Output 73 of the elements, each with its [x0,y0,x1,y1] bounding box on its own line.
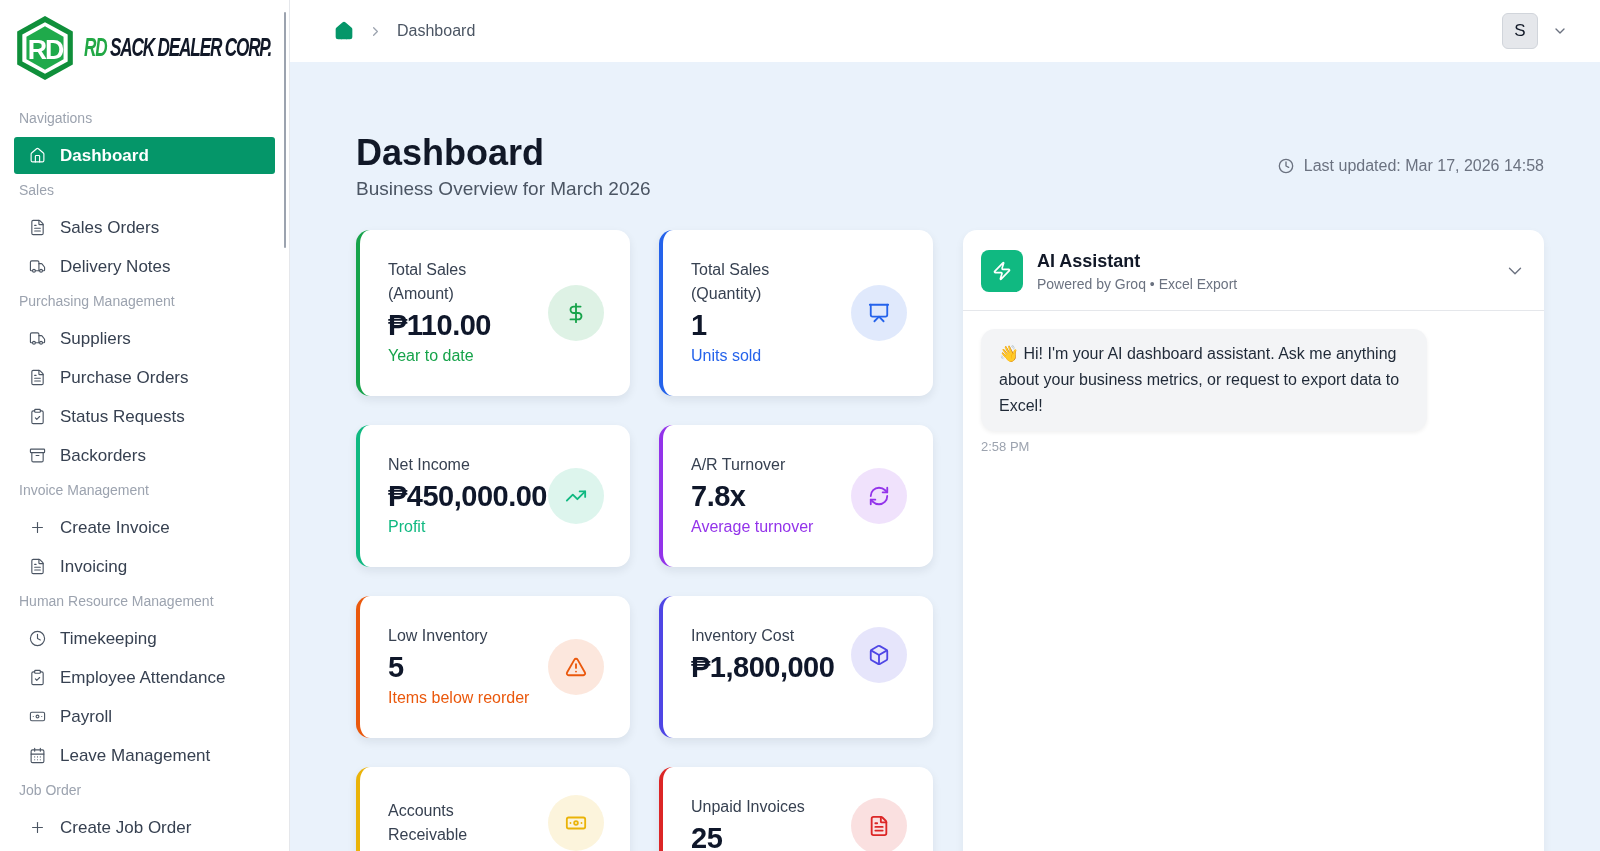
chart-board-icon [868,302,890,324]
document-icon [29,369,46,386]
card-note: Items below reorder [388,688,531,708]
card-value: ₱110.00 [388,308,492,343]
nav-item[interactable]: Suppliers [14,320,275,357]
archive-icon [29,447,46,464]
breadcrumb-link[interactable]: Dashboard [397,22,476,40]
nav-item[interactable]: Timekeeping [14,620,275,657]
panel-title: AI Assistant [1037,250,1142,272]
page-title: Dashboard [356,132,546,174]
home-icon[interactable] [334,21,354,41]
card-note: Average turnover [691,517,815,537]
warning-icon [565,656,587,678]
truck-icon [29,330,46,347]
card-title: Net Income [388,455,471,475]
box-icon [868,644,890,666]
user-avatar[interactable]: S [1502,13,1538,49]
card-value: 5 [388,650,405,685]
card-title: Unpaid Invoices [691,797,806,817]
section-label: Job Order [18,782,83,798]
plus-icon [29,519,46,536]
card-note: Year to date [388,346,475,366]
document-icon [29,558,46,575]
card-title: Total Sales (Quantity) [691,260,771,304]
clock-icon [29,630,46,647]
nav-item[interactable]: Create Job Order [14,809,275,846]
panel-subtitle: Powered by Groq • Excel Export [1037,275,1238,292]
clipboard-icon [29,669,46,686]
section-label: Sales [18,182,56,198]
document-icon [29,219,46,236]
document-icon [868,815,890,837]
card-value: ₱450,000.00 [388,479,544,514]
section-label: Purchasing Management [18,293,176,309]
nav-item[interactable]: Leave Management [14,737,275,774]
nav-item[interactable]: Create Invoice [14,509,275,546]
card-value: 7.8x [691,479,747,514]
refresh-icon [868,485,890,507]
nav-item[interactable]: Backorders [14,437,275,474]
section-label: Human Resource Management [18,593,215,609]
card-value: 1 [691,308,708,343]
card-value: ₱1,800,000 [691,650,836,685]
clipboard-icon [29,408,46,425]
nav-item[interactable]: Status Requests [14,398,275,435]
nav-item[interactable]: Employee Attendance [14,659,275,696]
nav-item[interactable]: Delivery Notes [14,248,275,285]
logo-mark: RD [14,14,76,82]
bolt-icon [981,250,1023,292]
message-time: 2:58 PM [981,439,1031,454]
nav-item[interactable]: Sales Orders [14,209,275,246]
section-label: Navigations [18,110,94,126]
scrollbar[interactable] [284,12,286,248]
card-title: Total Sales (Amount) [388,260,468,304]
nav-item[interactable]: Payroll [14,698,275,735]
plus-icon [29,819,46,836]
card-title: Accounts Receivable [388,801,469,845]
card-value: 25 [691,821,724,851]
truck-icon [29,258,46,275]
card-note: Profit [388,517,427,537]
chat-message: 👋 Hi! I'm your AI dashboard assistant. Ask me anything about your business metrics, or request to export data to Excel! [981,329,1427,431]
clock-icon [1277,158,1294,174]
calendar-icon [29,747,46,764]
card-title: Inventory Cost [691,626,796,646]
company-name: RDSACK DEALER CORP. [84,32,271,64]
nav-item[interactable]: Dashboard [14,137,275,174]
card-title: Low Inventory [388,626,489,646]
last-updated: Last updated: Mar 17, 2026 14:58 [1303,157,1544,175]
nav-item[interactable]: Invoicing [14,548,275,585]
home-icon [29,147,46,164]
section-label: Invoice Management [18,482,150,498]
card-note: Units sold [691,346,763,366]
nav-item[interactable]: Purchase Orders [14,359,275,396]
card-title: A/R Turnover [691,455,787,475]
page-subtitle: Business Overview for March 2026 [356,178,651,200]
